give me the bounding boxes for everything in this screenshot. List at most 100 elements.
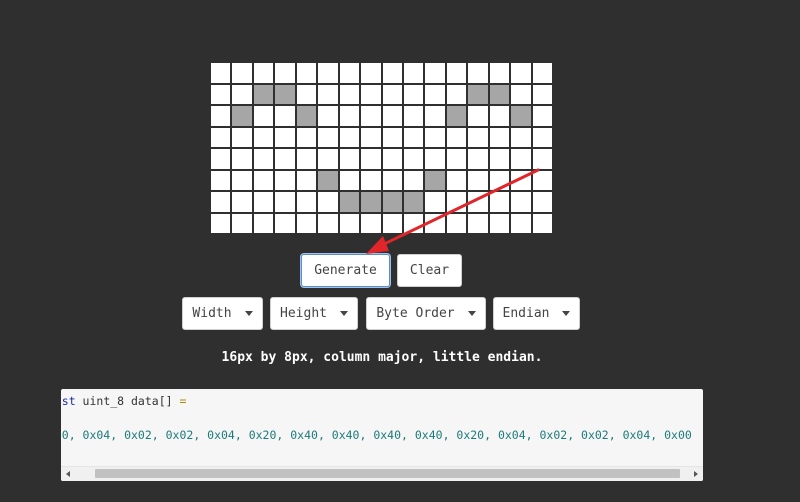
grid-cell-filled[interactable] [425,170,445,190]
grid-cell-filled[interactable] [468,84,488,104]
grid-cell[interactable] [253,149,274,169]
grid-cell[interactable] [296,170,317,190]
grid-cell[interactable] [382,127,402,147]
grid-cell[interactable] [232,149,252,169]
grid-cell[interactable] [511,170,531,190]
grid-cell[interactable] [275,63,295,83]
grid-cell[interactable] [511,127,531,147]
grid-cell[interactable] [511,213,531,233]
grid-cell[interactable] [425,149,445,169]
grid-cell[interactable] [468,127,488,147]
horizontal-scrollbar[interactable] [61,466,703,481]
grid-cell[interactable] [532,63,552,83]
endian-dropdown[interactable]: Endian [493,297,580,330]
grid-cell[interactable] [339,127,360,147]
grid-cell[interactable] [232,63,252,83]
grid-cell[interactable] [318,63,338,83]
clear-button[interactable]: Clear [397,254,462,287]
grid-cell[interactable] [275,149,295,169]
grid-cell[interactable] [232,84,252,104]
grid-cell[interactable] [232,213,252,233]
grid-cell[interactable] [532,106,552,126]
grid-cell[interactable] [446,127,467,147]
grid-cell[interactable] [361,127,381,147]
grid-cell[interactable] [253,170,274,190]
grid-cell[interactable] [253,213,274,233]
grid-cell[interactable] [211,149,231,169]
grid-cell[interactable] [382,84,402,104]
grid-cell-filled[interactable] [382,192,402,212]
grid-cell[interactable] [296,149,317,169]
grid-cell[interactable] [403,127,424,147]
grid-cell[interactable] [275,213,295,233]
grid-cell[interactable] [253,192,274,212]
grid-cell[interactable] [382,106,402,126]
grid-cell[interactable] [253,63,274,83]
grid-cell[interactable] [532,149,552,169]
grid-cell[interactable] [318,106,338,126]
grid-cell[interactable] [232,127,252,147]
grid-cell[interactable] [296,213,317,233]
grid-cell[interactable] [361,84,381,104]
grid-cell[interactable] [425,84,445,104]
grid-cell[interactable] [296,84,317,104]
grid-cell[interactable] [425,106,445,126]
grid-cell-filled[interactable] [403,192,424,212]
grid-cell[interactable] [382,213,402,233]
grid-cell[interactable] [253,106,274,126]
grid-cell[interactable] [232,170,252,190]
grid-cell-filled[interactable] [253,84,274,104]
grid-cell[interactable] [446,149,467,169]
grid-cell-filled[interactable] [318,170,338,190]
code-output[interactable]: const uint_8 data[] = 0x00, 0x04, 0x02, … [61,389,703,481]
grid-cell[interactable] [275,106,295,126]
grid-cell-filled[interactable] [511,106,531,126]
grid-cell[interactable] [489,170,510,190]
grid-cell[interactable] [532,213,552,233]
grid-cell[interactable] [318,213,338,233]
grid-cell[interactable] [382,63,402,83]
grid-cell[interactable] [361,170,381,190]
byte-order-dropdown[interactable]: Byte Order [366,297,486,330]
grid-cell[interactable] [211,170,231,190]
grid-cell[interactable] [296,192,317,212]
grid-cell[interactable] [403,106,424,126]
grid-cell[interactable] [339,149,360,169]
height-dropdown[interactable]: Height [270,297,358,330]
grid-cell[interactable] [275,127,295,147]
grid-cell[interactable] [511,149,531,169]
grid-cell[interactable] [468,106,488,126]
grid-cell[interactable] [211,127,231,147]
grid-cell[interactable] [318,149,338,169]
grid-cell[interactable] [446,213,467,233]
grid-cell[interactable] [296,127,317,147]
grid-cell-filled[interactable] [489,84,510,104]
grid-cell[interactable] [232,192,252,212]
grid-cell[interactable] [446,192,467,212]
grid-cell[interactable] [382,170,402,190]
grid-cell[interactable] [468,213,488,233]
scroll-left-icon[interactable] [66,471,70,477]
grid-cell[interactable] [318,192,338,212]
grid-cell[interactable] [511,63,531,83]
grid-cell-filled[interactable] [446,106,467,126]
grid-cell[interactable] [403,170,424,190]
grid-cell[interactable] [446,84,467,104]
grid-cell[interactable] [489,149,510,169]
grid-cell[interactable] [489,106,510,126]
grid-cell[interactable] [489,127,510,147]
grid-cell[interactable] [361,106,381,126]
grid-cell[interactable] [468,63,488,83]
grid-cell[interactable] [361,213,381,233]
grid-cell[interactable] [425,63,445,83]
grid-cell-filled[interactable] [232,106,252,126]
width-dropdown[interactable]: Width [182,297,263,330]
grid-cell[interactable] [211,213,231,233]
grid-cell[interactable] [489,213,510,233]
grid-cell-filled[interactable] [361,192,381,212]
grid-cell[interactable] [211,63,231,83]
grid-cell[interactable] [211,192,231,212]
grid-cell[interactable] [403,63,424,83]
grid-cell[interactable] [339,213,360,233]
grid-cell[interactable] [382,149,402,169]
